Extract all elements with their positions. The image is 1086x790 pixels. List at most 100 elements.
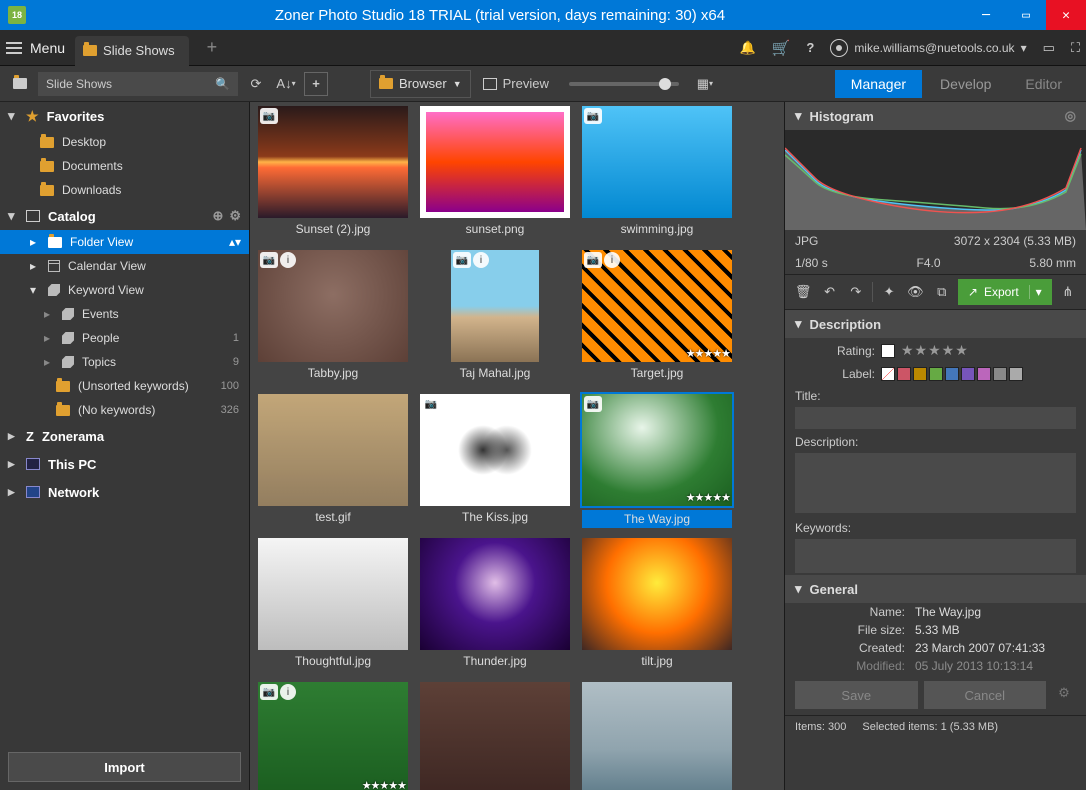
thumbnail[interactable]: sunset.png xyxy=(416,106,574,246)
nav-back-icon[interactable] xyxy=(8,72,32,96)
import-button[interactable]: Import xyxy=(8,752,241,782)
thumbnail[interactable]: 📷 swimming.jpg xyxy=(578,106,736,246)
chevron-down-icon: ▾ xyxy=(795,108,802,124)
title-input[interactable] xyxy=(795,407,1076,429)
thumbnail[interactable]: 📷★★★★★ The Way.jpg xyxy=(578,394,736,534)
copy-button[interactable]: ⧉ xyxy=(932,280,952,304)
sidebar-item-calendar-view[interactable]: ▸Calendar View xyxy=(0,254,249,278)
target-icon[interactable]: ◎ xyxy=(1065,108,1076,124)
chevron-down-icon[interactable]: ▾ xyxy=(1029,285,1042,299)
sidebar-item[interactable]: ▸Events xyxy=(0,302,249,326)
path-search[interactable]: Slide Shows 🔍 xyxy=(38,72,238,96)
description-header[interactable]: ▾ Description xyxy=(785,310,1086,338)
thumbnail[interactable]: 📷i Tabby.jpg xyxy=(254,250,412,390)
sidebar-item[interactable]: (Unsorted keywords)100 xyxy=(0,374,249,398)
thumbnail[interactable]: Thunder.jpg xyxy=(416,538,574,678)
thumbnail-image: 📷 xyxy=(420,394,570,506)
delete-button[interactable]: 🗑 xyxy=(793,280,813,304)
preview-icon[interactable]: Preview xyxy=(477,72,555,96)
nav-section[interactable]: ▸ZZonerama xyxy=(0,422,249,450)
grid-icon[interactable]: ▦▾ xyxy=(693,72,717,96)
color-label[interactable] xyxy=(929,367,943,381)
thumbnail[interactable]: 📷 The Kiss.jpg xyxy=(416,394,574,534)
histogram-header[interactable]: ▾ Histogram ◎ xyxy=(785,102,1086,130)
sidebar-item-folder-view[interactable]: ▸Folder View▴▾ xyxy=(0,230,249,254)
eye-button[interactable]: 👁 xyxy=(905,280,925,304)
wand-button[interactable]: ✦ xyxy=(879,280,899,304)
color-label[interactable] xyxy=(977,367,991,381)
add-button[interactable]: + xyxy=(304,72,328,96)
export-button[interactable]: ↗ Export ▾ xyxy=(958,279,1052,305)
thumbnail-image xyxy=(582,682,732,790)
sidebar-item[interactable]: ▸Topics9 xyxy=(0,350,249,374)
color-label[interactable] xyxy=(881,367,895,381)
thumbnail[interactable]: test.gif xyxy=(254,394,412,534)
tab-manager[interactable]: Manager xyxy=(835,70,922,98)
tab-develop[interactable]: Develop xyxy=(924,70,1007,98)
gallery[interactable]: 📷 Sunset (2).jpg sunset.png 📷 swimming.j… xyxy=(250,102,784,790)
cancel-button[interactable]: Cancel xyxy=(924,681,1047,709)
color-label[interactable] xyxy=(945,367,959,381)
color-label[interactable] xyxy=(961,367,975,381)
sidebar-item[interactable]: Documents xyxy=(0,154,249,178)
thumbnail[interactable]: Tools.jpg xyxy=(416,682,574,790)
new-tab-button[interactable]: + xyxy=(207,37,218,58)
cart-icon[interactable]: 🛒 xyxy=(772,39,791,57)
thumbnail[interactable]: 📷i Taj Mahal.jpg xyxy=(416,250,574,390)
nav-section[interactable]: ▾Catalog⊕ ⚙ xyxy=(0,202,249,230)
maximize-button[interactable]: ▭ xyxy=(1006,0,1046,30)
description-input[interactable] xyxy=(795,453,1076,513)
rating-clear[interactable] xyxy=(881,344,895,358)
screen-icon[interactable]: ▭ xyxy=(1043,40,1055,56)
action-row: 🗑 ↶ ↷ ✦ 👁 ⧉ ↗ Export ▾ ⋔ xyxy=(785,274,1086,310)
gear-icon[interactable]: ⚙ xyxy=(1052,681,1076,705)
folder-icon xyxy=(379,78,393,89)
tab-editor[interactable]: Editor xyxy=(1009,70,1078,98)
rating-stars[interactable]: ★★★★★ xyxy=(901,342,969,359)
sidebar-item-keyword-view[interactable]: ▾Keyword View xyxy=(0,278,249,302)
gear-icon[interactable]: ⚙ xyxy=(229,208,241,224)
user-menu[interactable]: mike.williams@nuetools.co.uk ▾ xyxy=(830,39,1026,57)
fullscreen-icon[interactable]: ⛶ xyxy=(1071,40,1080,56)
thumbnail-name: Tabby.jpg xyxy=(308,366,358,380)
add-icon[interactable]: ⊕ xyxy=(212,208,223,224)
zoom-slider[interactable] xyxy=(569,82,679,86)
keywords-input[interactable] xyxy=(795,539,1076,573)
thumbnail-name: Taj Mahal.jpg xyxy=(460,366,531,380)
thumbnail[interactable]: 📷 Sunset (2).jpg xyxy=(254,106,412,246)
thumbnail[interactable]: Thoughtful.jpg xyxy=(254,538,412,678)
rotate-left-button[interactable]: ↶ xyxy=(819,280,839,304)
search-icon[interactable]: 🔍 xyxy=(215,77,230,91)
menu-label[interactable]: Menu xyxy=(30,40,65,56)
thumbnail[interactable]: 📷i★★★★★ Target.jpg xyxy=(578,250,736,390)
sidebar-item[interactable]: Downloads xyxy=(0,178,249,202)
close-button[interactable]: ✕ xyxy=(1046,0,1086,30)
help-icon[interactable]: ? xyxy=(806,40,814,55)
bell-icon[interactable]: 🔔 xyxy=(739,40,755,56)
rotate-right-button[interactable]: ↷ xyxy=(846,280,866,304)
color-label[interactable] xyxy=(993,367,1007,381)
refresh-button[interactable]: ⟳ xyxy=(244,72,268,96)
sidebar-item[interactable]: (No keywords)326 xyxy=(0,398,249,422)
hamburger-icon[interactable] xyxy=(6,42,22,54)
thumbnail[interactable]: 📷i★★★★★ Toco Toucan.jpg xyxy=(254,682,412,790)
nav-section[interactable]: ▾★Favorites xyxy=(0,102,249,130)
color-label[interactable] xyxy=(897,367,911,381)
minimize-button[interactable]: ─ xyxy=(966,0,1006,30)
created-label: Created: xyxy=(795,641,905,655)
sidebar-item[interactable]: ▸People1 xyxy=(0,326,249,350)
share-button[interactable]: ⋔ xyxy=(1058,280,1078,304)
color-label[interactable] xyxy=(913,367,927,381)
created-value: 23 March 2007 07:41:33 xyxy=(915,641,1045,655)
nav-section[interactable]: ▸This PC xyxy=(0,450,249,478)
save-button[interactable]: Save xyxy=(795,681,918,709)
tab-slide-shows[interactable]: Slide Shows xyxy=(75,36,189,66)
sidebar-item[interactable]: Desktop xyxy=(0,130,249,154)
browser-dropdown[interactable]: Browser ▼ xyxy=(370,70,471,98)
thumbnail[interactable]: tower.jpg xyxy=(578,682,736,790)
thumbnail[interactable]: tilt.jpg xyxy=(578,538,736,678)
general-header[interactable]: ▾ General xyxy=(785,575,1086,603)
nav-section[interactable]: ▸Network xyxy=(0,478,249,506)
sort-button[interactable]: A↓▾ xyxy=(274,72,298,96)
color-label[interactable] xyxy=(1009,367,1023,381)
